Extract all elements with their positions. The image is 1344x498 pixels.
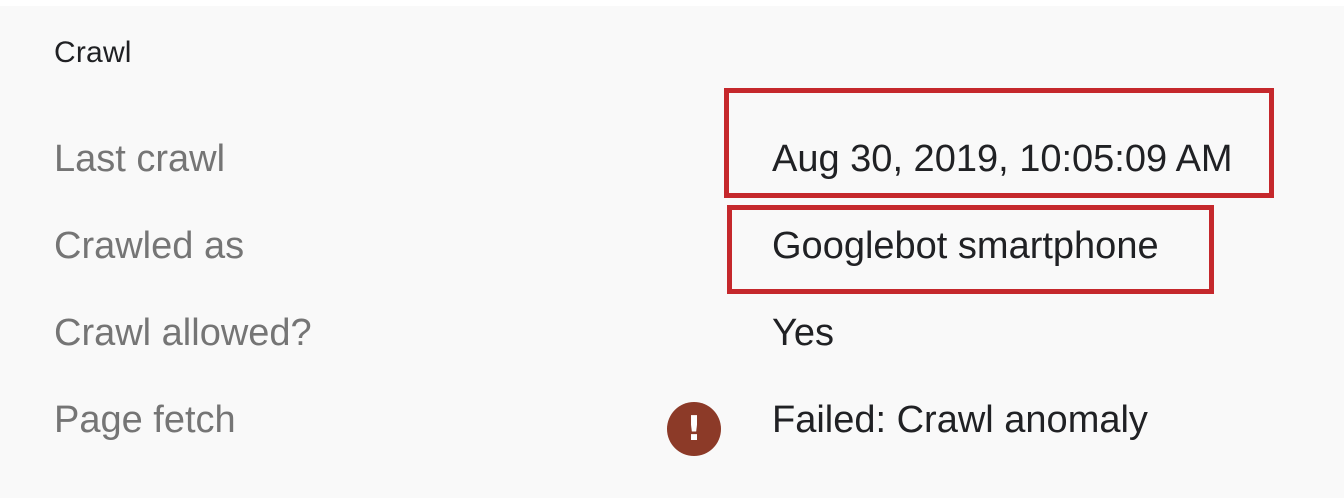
crawl-allowed-value: Yes bbox=[772, 312, 834, 354]
page-fetch-value: Failed: Crawl anomaly bbox=[772, 399, 1148, 441]
crawl-panel: Crawl Last crawl Aug 30, 2019, 10:05:09 … bbox=[0, 6, 1344, 498]
crawl-allowed-label: Crawl allowed? bbox=[54, 312, 312, 354]
section-title: Crawl bbox=[54, 36, 132, 69]
page-fetch-label: Page fetch bbox=[54, 399, 236, 441]
error-icon: ! bbox=[667, 402, 721, 456]
highlight-box-crawled-as bbox=[727, 205, 1214, 294]
highlight-box-last-crawl bbox=[724, 88, 1274, 198]
crawled-as-label: Crawled as bbox=[54, 225, 245, 267]
last-crawl-label: Last crawl bbox=[54, 138, 226, 180]
